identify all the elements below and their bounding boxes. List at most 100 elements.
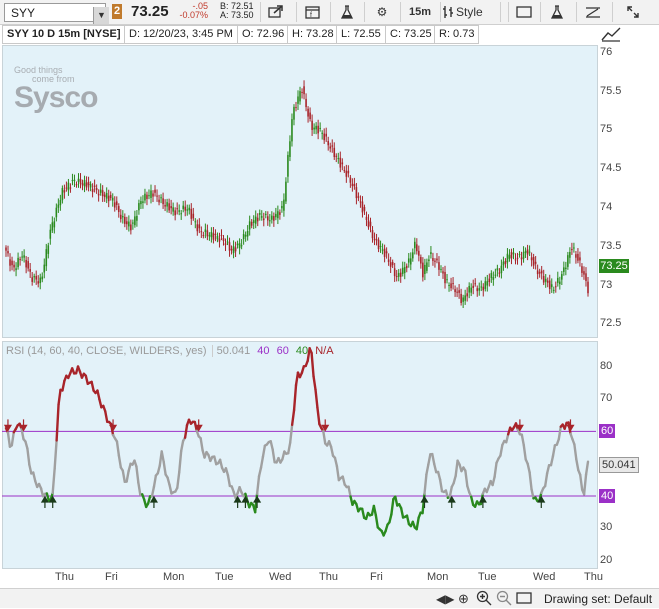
price-candle [412, 248, 414, 261]
price-candle [309, 107, 311, 121]
price-candle [96, 184, 98, 193]
price-candle [519, 251, 521, 258]
rsi-line-segment [493, 477, 495, 485]
drawing-box-icon[interactable] [516, 592, 532, 607]
price-candle [543, 270, 545, 285]
price-candle [233, 240, 235, 258]
price-candle [106, 187, 108, 203]
price-candle [140, 197, 142, 209]
flask-icon[interactable] [540, 2, 573, 22]
price-candle [420, 255, 422, 269]
price-candle [211, 227, 213, 242]
price-candle [313, 123, 315, 134]
rsi-line-segment [450, 487, 452, 497]
price-candle [499, 268, 501, 277]
chevron-down-icon[interactable]: ▼ [93, 7, 109, 24]
rsi-line-segment [553, 445, 555, 456]
rsi-tick-label: 80 [600, 360, 612, 372]
share-icon[interactable] [260, 2, 291, 22]
chart-type-icon[interactable] [440, 2, 455, 22]
style-menu[interactable]: Style [456, 2, 496, 22]
price-candle [269, 214, 271, 227]
price-candle [317, 120, 319, 139]
buy-arrow [449, 497, 455, 508]
price-candle [360, 195, 362, 207]
last-price-label: 73.25 [599, 259, 629, 273]
price-chart[interactable] [2, 45, 596, 336]
price-candle [207, 225, 209, 241]
price-candle [426, 259, 428, 274]
price-candle [281, 201, 283, 213]
studies-icon[interactable]: f [296, 2, 329, 22]
change-percent: -0.07% [178, 11, 208, 20]
price-tick-label: 73.5 [600, 240, 621, 252]
price-candle [241, 239, 243, 249]
price-candle [39, 274, 41, 290]
rsi-line-segment [434, 464, 436, 472]
rsi-line-segment [407, 516, 409, 525]
price-candle [301, 88, 303, 98]
rsi-line-segment [105, 411, 107, 421]
link-group-badge[interactable]: 2 [112, 4, 122, 19]
flask-icon[interactable] [330, 2, 363, 22]
price-candle [581, 263, 583, 277]
rsi-line-segment [119, 456, 121, 468]
price-candle [221, 229, 223, 240]
price-candle [195, 218, 197, 228]
price-candle [378, 237, 380, 252]
rsi-line-segment [335, 458, 337, 466]
crosshair-icon[interactable]: ⊕ [458, 591, 469, 607]
price-candle [327, 137, 329, 151]
price-candle [501, 260, 503, 279]
trend-icon[interactable] [600, 25, 622, 43]
price-candle [68, 179, 70, 196]
rsi-chart[interactable] [2, 341, 596, 567]
time-axis-label: Tue [215, 571, 234, 583]
price-candle [251, 219, 253, 228]
price-candle [263, 213, 265, 226]
zoom-in-icon[interactable] [476, 590, 492, 609]
price-candle [489, 274, 491, 287]
rsi-line-segment [59, 390, 61, 405]
drawing-tools-icon[interactable] [576, 2, 609, 22]
layout-icon[interactable] [508, 2, 539, 22]
zoom-out-icon[interactable] [496, 590, 512, 609]
price-candle [484, 277, 486, 292]
price-candle [436, 253, 438, 263]
rsi-line-segment [315, 389, 317, 407]
high-label: H: 73.28 [287, 25, 339, 44]
price-candle [480, 281, 482, 292]
price-candle [122, 210, 124, 223]
price-candle [458, 284, 460, 299]
price-candle [261, 210, 263, 221]
price-candle [203, 232, 205, 239]
gear-icon[interactable]: ⚙ [364, 2, 399, 22]
price-candle [287, 151, 289, 182]
price-candle [31, 272, 33, 286]
rsi-line-segment [580, 475, 582, 490]
price-candle [283, 193, 285, 216]
price-candle [114, 196, 116, 211]
interval-selector[interactable]: 15m [400, 2, 439, 22]
expand-icon[interactable] [612, 2, 653, 22]
price-candle [174, 207, 176, 220]
rsi-line-segment [506, 434, 508, 442]
price-candle [569, 247, 571, 263]
symbol-input[interactable]: SYY ▼ [4, 3, 106, 22]
scroll-arrows-icon[interactable]: ◀▶ [436, 592, 454, 606]
rsi-axis: 80706050403020604050.041 [598, 341, 658, 567]
rsi-level-high-label: 60 [599, 424, 615, 438]
price-candle [577, 248, 579, 263]
price-candle [132, 220, 134, 230]
price-candle [160, 194, 162, 203]
rsi-line-segment [259, 468, 261, 476]
price-candle [134, 211, 136, 228]
price-candle [406, 263, 408, 272]
price-candle [29, 263, 31, 278]
drawing-set-label[interactable]: Drawing set: Default [544, 592, 652, 606]
rsi-line-segment [288, 443, 290, 454]
rsi-tick-label: 30 [600, 521, 612, 533]
svg-text:f: f [310, 12, 312, 19]
price-candle [491, 270, 493, 283]
price-candle [424, 259, 426, 280]
